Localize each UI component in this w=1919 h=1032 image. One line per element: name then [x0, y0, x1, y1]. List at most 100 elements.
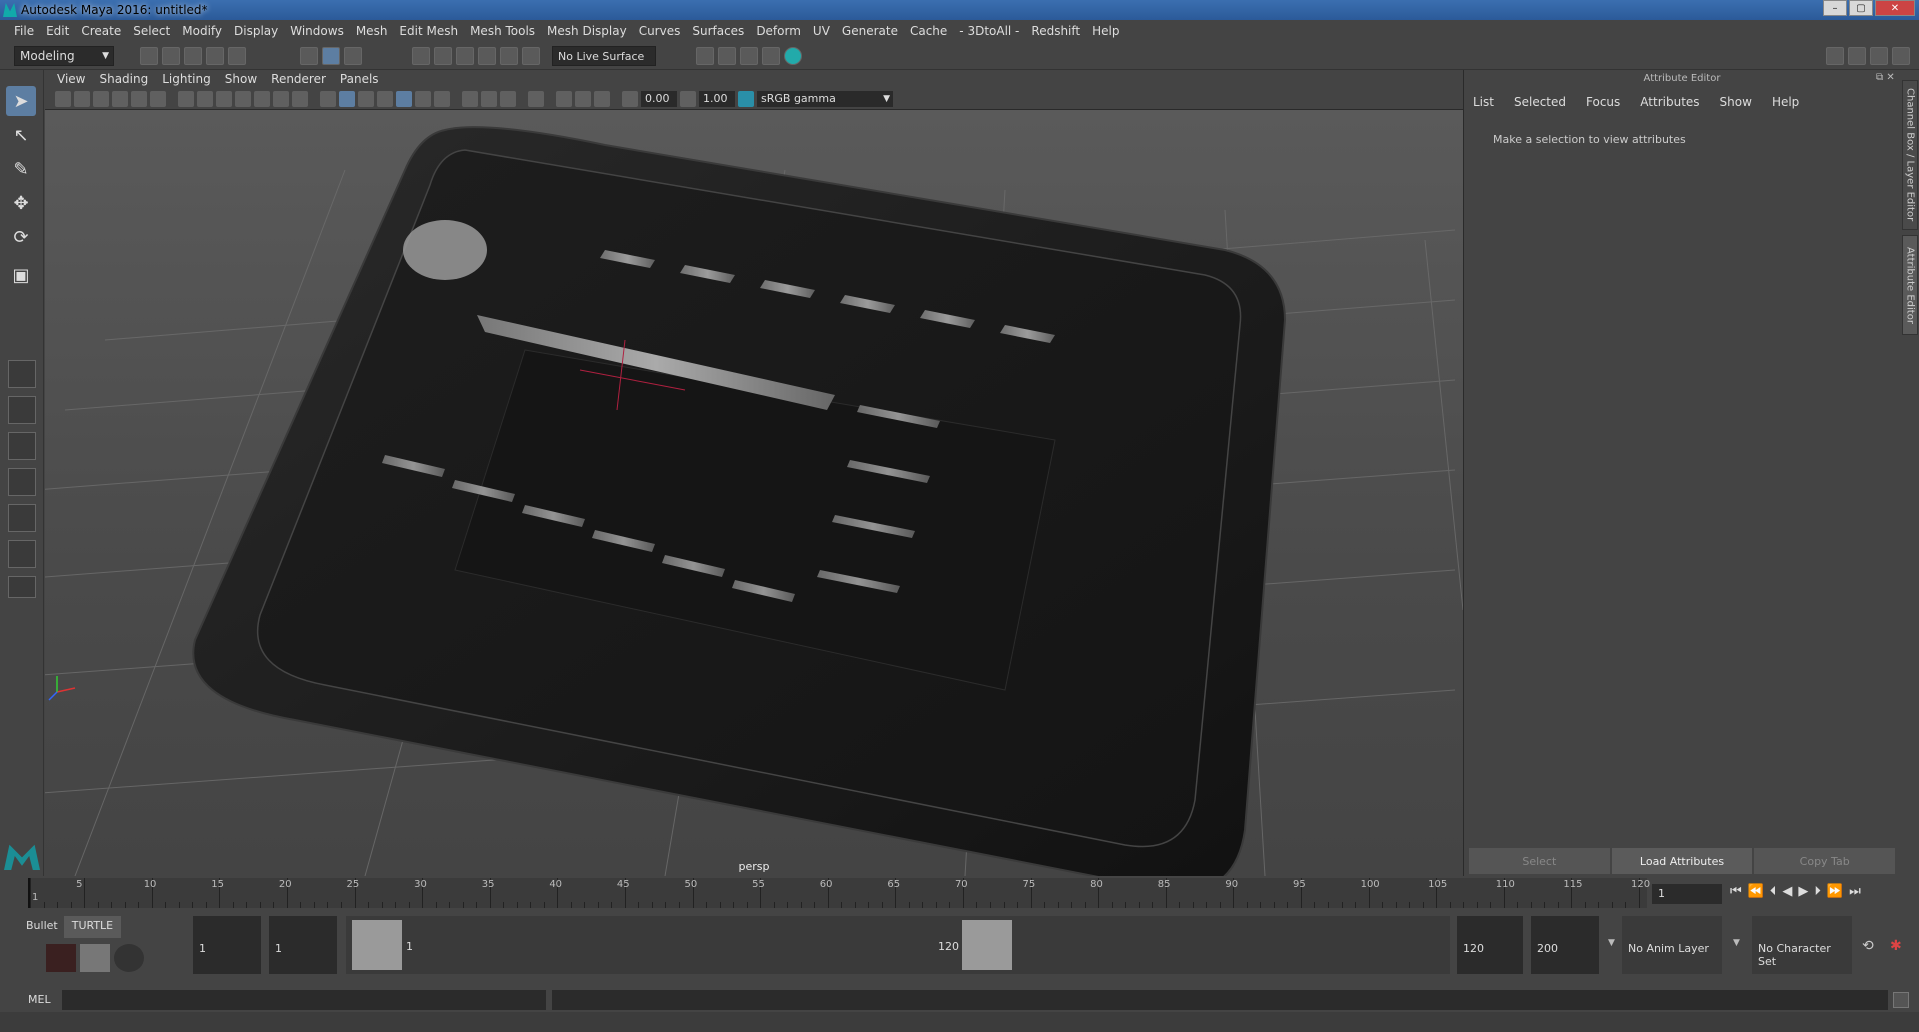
- menu-3dtoall[interactable]: - 3DtoAll -: [953, 24, 1025, 38]
- menu-select[interactable]: Select: [127, 24, 176, 38]
- select-button[interactable]: Select: [1469, 848, 1610, 874]
- xray-joints-icon[interactable]: [575, 90, 591, 107]
- turtle-sphere-icon[interactable]: [114, 944, 144, 972]
- 3d-viewport[interactable]: persp: [45, 110, 1463, 876]
- gate-mask-icon[interactable]: [235, 90, 251, 107]
- undo-icon[interactable]: [206, 47, 224, 65]
- smooth-shade-icon[interactable]: [339, 90, 355, 107]
- gamma-field[interactable]: 1.00: [699, 90, 735, 107]
- go-to-end-icon[interactable]: ⏭: [1849, 884, 1861, 899]
- safe-action-icon[interactable]: [273, 90, 289, 107]
- two-d-pan-icon[interactable]: [131, 90, 147, 107]
- anim-start-field[interactable]: 1: [193, 916, 261, 974]
- rotate-tool-icon[interactable]: ⟳: [6, 222, 36, 252]
- anim-end-field[interactable]: 200: [1531, 916, 1599, 974]
- character-set-dropdown[interactable]: No Character Set: [1752, 916, 1852, 974]
- graph-layout-icon[interactable]: [8, 504, 36, 532]
- attr-menu-attributes[interactable]: Attributes: [1640, 95, 1699, 109]
- open-scene-icon[interactable]: [162, 47, 180, 65]
- safe-title-icon[interactable]: [292, 90, 308, 107]
- current-frame-field[interactable]: 1: [1652, 884, 1722, 904]
- channel-box-toggle-icon[interactable]: [1892, 47, 1910, 65]
- menu-help[interactable]: Help: [1086, 24, 1125, 38]
- viewport-menu-lighting[interactable]: Lighting: [158, 72, 221, 86]
- attr-menu-selected[interactable]: Selected: [1514, 95, 1566, 109]
- xray-components-icon[interactable]: [594, 90, 610, 107]
- wireframe-icon[interactable]: [320, 90, 336, 107]
- menu-uv[interactable]: UV: [807, 24, 836, 38]
- attr-menu-list[interactable]: List: [1473, 95, 1494, 109]
- four-pane-layout-icon[interactable]: [8, 396, 36, 424]
- chevron-down-icon[interactable]: ▼: [1733, 938, 1740, 948]
- camera-select-icon[interactable]: [55, 90, 71, 107]
- attr-menu-show[interactable]: Show: [1720, 95, 1752, 109]
- paint-select-tool-icon[interactable]: ✎: [6, 154, 36, 184]
- viewport-menu-panels[interactable]: Panels: [336, 72, 389, 86]
- resolution-gate-icon[interactable]: [216, 90, 232, 107]
- attr-menu-help[interactable]: Help: [1772, 95, 1799, 109]
- ipr-render-icon[interactable]: [718, 47, 736, 65]
- film-gate-icon[interactable]: [197, 90, 213, 107]
- grease-pencil-icon[interactable]: [150, 90, 166, 107]
- shadows-icon[interactable]: [434, 90, 450, 107]
- single-pane-layout-icon[interactable]: [8, 360, 36, 388]
- anim-layer-dropdown[interactable]: No Anim Layer: [1622, 916, 1722, 974]
- menu-mesh-display[interactable]: Mesh Display: [541, 24, 633, 38]
- menu-windows[interactable]: Windows: [284, 24, 350, 38]
- maximize-button[interactable]: ▢: [1849, 0, 1873, 16]
- snap-curve-icon[interactable]: [434, 47, 452, 65]
- range-slider[interactable]: 1 120: [346, 916, 1450, 974]
- default-material-icon[interactable]: [358, 90, 374, 107]
- select-component-icon[interactable]: [344, 47, 362, 65]
- load-attributes-button[interactable]: Load Attributes: [1611, 848, 1753, 874]
- gamma-icon[interactable]: [680, 90, 696, 107]
- live-surface-field[interactable]: No Live Surface: [552, 46, 656, 66]
- anti-aliasing-icon[interactable]: [500, 90, 516, 107]
- time-ruler[interactable]: 1 5 10 15 20 25 30 35 40 45 50 55 60 65 70 75 80 85 90 95 10…: [28, 878, 1650, 908]
- menu-modify[interactable]: Modify: [176, 24, 228, 38]
- more-layouts-icon[interactable]: [8, 576, 36, 598]
- shelf-tab-bullet[interactable]: Bullet: [20, 916, 64, 938]
- snap-grid-icon[interactable]: [412, 47, 430, 65]
- outliner-layout-icon[interactable]: [8, 468, 36, 496]
- shelf-tab-turtle[interactable]: TURTLE: [63, 916, 122, 938]
- lasso-tool-icon[interactable]: ↖: [6, 120, 36, 150]
- step-forward-key-icon[interactable]: ⏩: [1827, 884, 1843, 899]
- tab-attribute-editor[interactable]: Attribute Editor: [1902, 235, 1918, 335]
- attribute-editor-toggle-icon[interactable]: [1848, 47, 1866, 65]
- chevron-down-icon[interactable]: ▼: [1608, 938, 1615, 948]
- grid-toggle-icon[interactable]: [178, 90, 194, 107]
- animation-prefs-icon[interactable]: ✱: [1890, 938, 1902, 954]
- minimize-button[interactable]: –: [1823, 0, 1847, 16]
- save-scene-icon[interactable]: [184, 47, 202, 65]
- go-to-start-icon[interactable]: ⏮: [1730, 884, 1742, 899]
- playback-start-field[interactable]: 1: [269, 916, 337, 974]
- motion-blur-icon[interactable]: [481, 90, 497, 107]
- hypershade-layout-icon[interactable]: [8, 540, 36, 568]
- viewport-menu-show[interactable]: Show: [221, 72, 267, 86]
- render-settings-icon[interactable]: [740, 47, 758, 65]
- play-backward-icon[interactable]: ◀: [1782, 884, 1792, 899]
- xray-icon[interactable]: [556, 90, 572, 107]
- color-management-icon[interactable]: [738, 90, 754, 107]
- exposure-field[interactable]: 0.00: [641, 90, 677, 107]
- modeling-toolkit-icon[interactable]: [1826, 47, 1844, 65]
- select-tool-icon[interactable]: ➤: [6, 86, 36, 116]
- snap-magnet-icon[interactable]: [522, 47, 540, 65]
- camera-attributes-icon[interactable]: [74, 90, 90, 107]
- image-plane-icon[interactable]: [112, 90, 128, 107]
- close-button[interactable]: ✕: [1875, 0, 1915, 16]
- snap-point-icon[interactable]: [456, 47, 474, 65]
- viewport-menu-view[interactable]: View: [53, 72, 95, 86]
- field-chart-icon[interactable]: [254, 90, 270, 107]
- render-globe-icon[interactable]: [784, 47, 802, 65]
- bookmark-icon[interactable]: [93, 90, 109, 107]
- move-tool-icon[interactable]: ✥: [6, 188, 36, 218]
- menu-edit-mesh[interactable]: Edit Mesh: [393, 24, 464, 38]
- ambient-occlusion-icon[interactable]: [462, 90, 478, 107]
- render-frame-icon[interactable]: [696, 47, 714, 65]
- tool-settings-icon[interactable]: [1870, 47, 1888, 65]
- use-all-lights-icon[interactable]: [415, 90, 431, 107]
- menu-generate[interactable]: Generate: [836, 24, 904, 38]
- menu-mesh-tools[interactable]: Mesh Tools: [464, 24, 541, 38]
